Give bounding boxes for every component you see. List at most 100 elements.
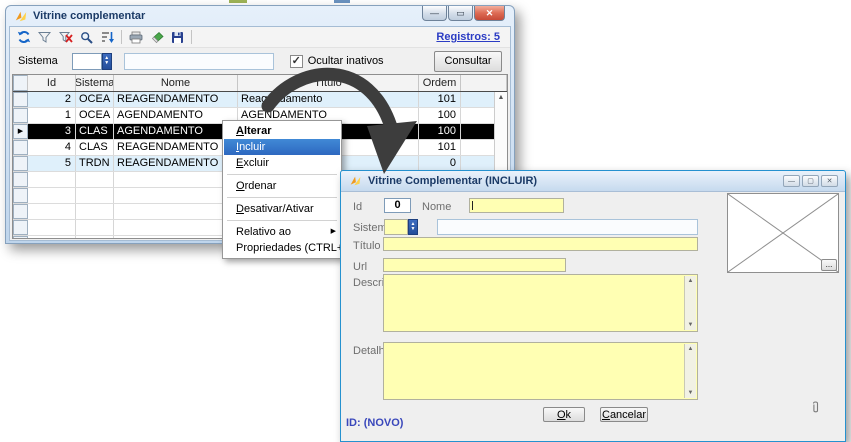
sort-icon[interactable]	[100, 30, 115, 45]
close-button[interactable]: ✕	[474, 6, 505, 21]
url-input[interactable]	[383, 258, 566, 272]
toolbar: Registros: 5	[10, 27, 510, 48]
front-window-title: Vitrine Complementar (INCLUIR)	[368, 175, 537, 187]
textarea-scrollbar[interactable]: ▲▼	[684, 344, 696, 398]
browse-button[interactable]: ...	[821, 259, 837, 271]
grid-cell-ordem[interactable]: 0	[419, 156, 461, 171]
titulo-input[interactable]	[383, 237, 698, 251]
grid-cell-sistema[interactable]: OCEA	[76, 108, 114, 123]
close-button[interactable]: ✕	[821, 175, 838, 187]
grid-cell-nome[interactable]: AGENDAMENTO	[114, 124, 238, 139]
clear-filter-icon[interactable]	[58, 30, 73, 45]
menu-item-relativo-ao[interactable]: Relativo ao▶	[224, 224, 340, 240]
scroll-up-icon[interactable]: ▲	[498, 94, 505, 101]
menu-item-propriedades-ctrl-t[interactable]: Propriedades (CTRL+T)	[224, 240, 340, 256]
minimize-button[interactable]: —	[422, 6, 447, 21]
table-row[interactable]: 2OCEAREAGENDAMENTOReagendamento101	[13, 92, 507, 108]
back-window-controls: — ▭ ✕	[422, 6, 505, 21]
row-selector-cell[interactable]	[13, 156, 28, 171]
menu-separator	[227, 174, 337, 175]
grid-cell-sistema[interactable]: CLAS	[76, 124, 114, 139]
sistema-spinner[interactable]: ▲▼	[102, 53, 112, 70]
grid-cell-empty	[28, 188, 76, 203]
grid-cell-id[interactable]: 1	[28, 108, 76, 123]
column-header-id[interactable]: Id	[28, 75, 76, 91]
grid-cell-nome[interactable]: AGENDAMENTO	[114, 108, 238, 123]
grid-cell-ordem[interactable]: 101	[419, 92, 461, 107]
menu-item-ordenar[interactable]: Ordenar	[224, 178, 340, 194]
sistema-description-field[interactable]	[437, 219, 698, 235]
context-menu: AlterarIncluirExcluir Ordenar Desativar/At…	[222, 120, 342, 259]
descricao-textarea[interactable]: ▲▼	[383, 274, 698, 332]
scroll-up-icon[interactable]: ▲	[688, 278, 694, 284]
grid-cell-sistema[interactable]: TRDN	[76, 156, 114, 171]
textarea-scrollbar[interactable]: ▲▼	[684, 276, 696, 330]
grid-cell-ordem[interactable]: 101	[419, 140, 461, 155]
row-selector-cell[interactable]: ▶	[13, 124, 28, 139]
grid-cell-ordem[interactable]: 100	[419, 124, 461, 139]
column-header-blank	[461, 75, 507, 91]
maximize-button[interactable]: ▭	[448, 6, 473, 21]
menu-item-alterar[interactable]: Alterar	[224, 123, 340, 139]
column-header-nome[interactable]: Nome	[114, 75, 238, 91]
row-selector-cell	[13, 204, 28, 219]
grid-cell-titulo[interactable]: Reagendamento	[238, 92, 419, 107]
grid-cell-nome[interactable]: REAGENDAMENTO	[114, 92, 238, 107]
cancel-button[interactable]: Cancelar	[600, 407, 648, 422]
ok-button[interactable]: Ok	[543, 407, 585, 422]
front-window-controls: — ▢ ✕	[783, 175, 838, 187]
menu-item-desativar-ativar[interactable]: Desativar/Ativar	[224, 201, 340, 217]
row-selector-cell[interactable]	[13, 108, 28, 123]
scroll-down-icon[interactable]: ▼	[688, 390, 694, 396]
grid-cell-id[interactable]: 3	[28, 124, 76, 139]
sistema-description-field[interactable]	[124, 53, 274, 70]
id-field[interactable]: 0	[384, 198, 411, 213]
menu-item-excluir[interactable]: Excluir	[224, 155, 340, 171]
column-header-ordem[interactable]: Ordem	[419, 75, 461, 91]
grid-cell-empty	[28, 172, 76, 187]
front-title-bar[interactable]: Vitrine Complementar (INCLUIR)	[341, 171, 845, 192]
grid-cell-nome[interactable]: REAGENDAMENTO	[114, 140, 238, 155]
grid-cell-sistema[interactable]: CLAS	[76, 140, 114, 155]
minimize-button[interactable]: —	[783, 175, 800, 187]
paperclip-icon	[811, 400, 820, 417]
detalhe-textarea[interactable]: ▲▼	[383, 342, 698, 400]
ocultar-inativos-checkbox[interactable]: ✓	[290, 55, 303, 68]
scroll-down-icon[interactable]: ▼	[688, 322, 694, 328]
row-selector-cell	[13, 188, 28, 203]
column-header-t-tulo[interactable]: Título	[238, 75, 419, 91]
grid-cell-empty	[28, 204, 76, 219]
grid-cell-nome[interactable]: REAGENDAMENTO	[114, 156, 238, 171]
window-vitrine-complementar-incluir: Vitrine Complementar (INCLUIR) — ▢ ✕ Id …	[340, 170, 846, 442]
nome-label: Nome	[422, 201, 451, 213]
row-selector-cell[interactable]	[13, 140, 28, 155]
print-icon[interactable]	[128, 30, 143, 45]
sistema-input[interactable]	[72, 53, 102, 70]
grid-cell-id[interactable]: 5	[28, 156, 76, 171]
grid-cell-empty	[114, 172, 238, 187]
scroll-up-icon[interactable]: ▲	[688, 346, 694, 352]
grid-header-row: IdSistemaNomeTítuloOrdem	[13, 75, 507, 92]
grid-cell-ordem[interactable]: 100	[419, 108, 461, 123]
menu-item-incluir[interactable]: Incluir	[224, 139, 340, 155]
column-header-sistema[interactable]: Sistema	[76, 75, 114, 91]
row-selector-header	[13, 75, 28, 91]
zoom-icon[interactable]	[79, 30, 94, 45]
maximize-button[interactable]: ▢	[802, 175, 819, 187]
sistema-spinner[interactable]: ▲▼	[408, 219, 418, 235]
nome-input[interactable]	[469, 198, 564, 213]
toolbar-separator	[191, 30, 192, 44]
grid-cell-sistema[interactable]: OCEA	[76, 92, 114, 107]
refresh-icon[interactable]	[16, 30, 31, 45]
save-icon[interactable]	[170, 30, 185, 45]
grid-cell-id[interactable]: 2	[28, 92, 76, 107]
filter-icon[interactable]	[37, 30, 52, 45]
ocultar-inativos-label: Ocultar inativos	[308, 55, 384, 67]
grid-cell-id[interactable]: 4	[28, 140, 76, 155]
row-selector-cell[interactable]	[13, 92, 28, 107]
sistema-input[interactable]	[384, 219, 408, 235]
registros-link[interactable]: Registros: 5	[436, 31, 504, 43]
grid-cell-empty	[114, 220, 238, 235]
eraser-icon[interactable]	[149, 30, 164, 45]
consultar-button[interactable]: Consultar	[434, 51, 502, 72]
